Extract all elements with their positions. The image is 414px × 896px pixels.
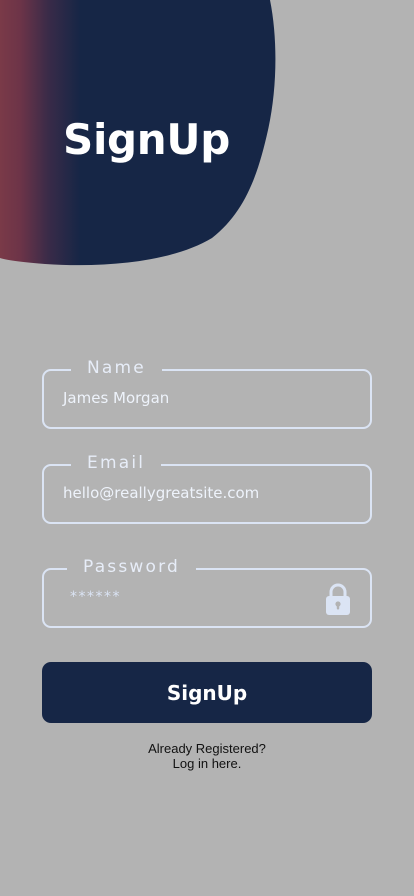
password-field[interactable]: Password ****** xyxy=(42,556,372,628)
page-title: SignUp xyxy=(63,115,230,164)
name-label: Name xyxy=(71,357,162,379)
password-label: Password xyxy=(67,556,197,578)
login-here-link[interactable]: Log in here. xyxy=(0,756,414,771)
lock-icon xyxy=(326,583,350,615)
signup-button[interactable]: SignUp xyxy=(42,662,372,723)
login-link[interactable]: Already Registered? Log in here. xyxy=(0,741,414,771)
already-registered-text: Already Registered? xyxy=(148,741,266,756)
name-input[interactable]: James Morgan xyxy=(63,387,169,409)
password-input[interactable]: ****** xyxy=(70,586,121,608)
email-label: Email xyxy=(71,452,162,474)
email-field[interactable]: Email hello@reallygreatsite.com xyxy=(42,452,372,524)
name-field[interactable]: Name James Morgan xyxy=(42,357,372,429)
email-input[interactable]: hello@reallygreatsite.com xyxy=(63,482,259,504)
